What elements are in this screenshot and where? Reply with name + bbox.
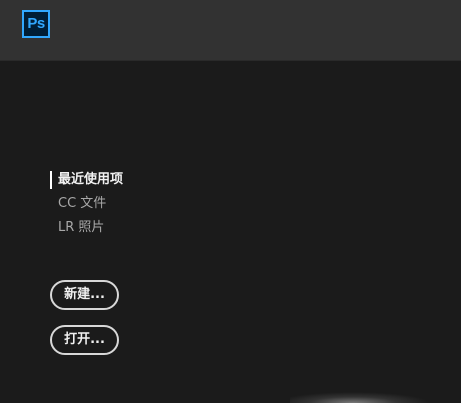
nav-item-cc-files[interactable]: CC 文件: [50, 192, 123, 216]
splash-artwork: [290, 392, 430, 403]
open-button[interactable]: 打开...: [50, 325, 119, 355]
start-nav: 最近使用项 CC 文件 LR 照片: [50, 168, 123, 240]
nav-item-lr-photos[interactable]: LR 照片: [50, 216, 123, 240]
photoshop-logo-icon: Ps: [22, 10, 50, 38]
nav-item-recent[interactable]: 最近使用项: [50, 168, 123, 192]
new-button[interactable]: 新建...: [50, 280, 119, 310]
title-bar: Ps: [0, 0, 461, 61]
